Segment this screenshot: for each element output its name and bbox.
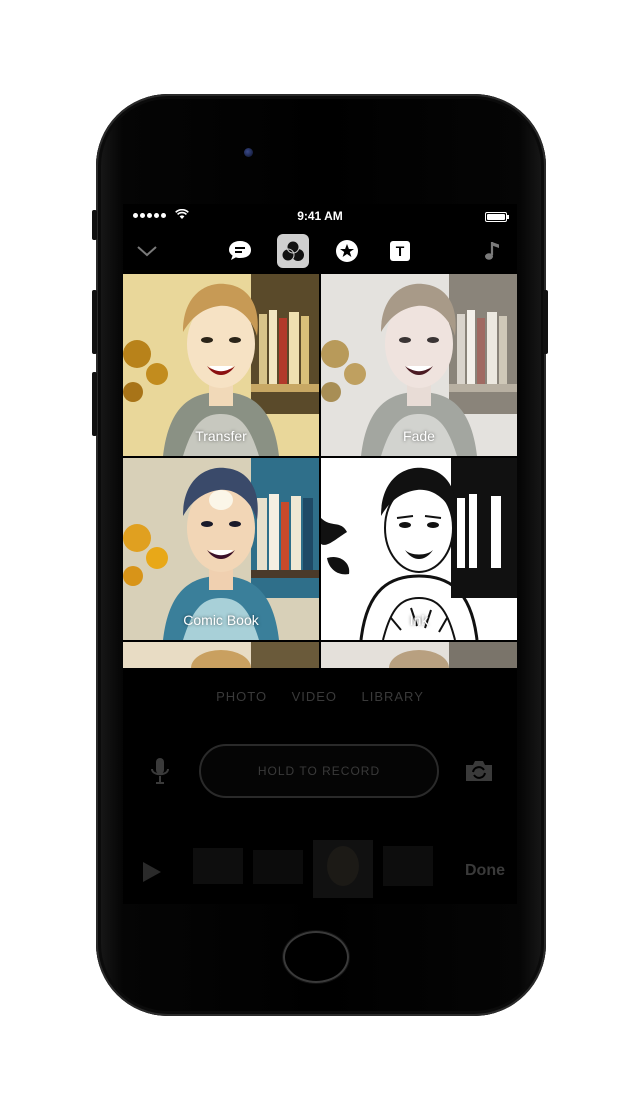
speech-bubble-icon[interactable] — [225, 234, 255, 268]
chevron-down-icon[interactable] — [133, 234, 161, 268]
mode-video[interactable]: VIDEO — [292, 689, 337, 704]
text-icon[interactable]: T — [387, 234, 413, 268]
portrait-partial-image — [321, 642, 517, 668]
filters-icon[interactable] — [277, 234, 309, 268]
text-icon-glyph: T — [395, 243, 405, 259]
volume-up-button — [92, 290, 97, 354]
flip-camera-icon[interactable] — [463, 758, 495, 784]
capture-mode-selector: PHOTO VIDEO LIBRARY — [123, 688, 517, 712]
hold-to-record-button[interactable]: HOLD TO RECORD — [199, 744, 439, 798]
filter-tile-ink[interactable]: Ink — [321, 458, 517, 640]
filter-label: Transfer — [195, 428, 247, 444]
star-icon[interactable] — [333, 234, 361, 268]
filter-tile-partial-left[interactable] — [123, 642, 319, 668]
filter-tile-comic-book[interactable]: Comic Book — [123, 458, 319, 640]
filter-label: Fade — [403, 428, 435, 444]
power-button — [543, 290, 548, 354]
filter-tile-fade[interactable]: Fade — [321, 274, 517, 456]
status-bar: 9:41 AM — [123, 204, 517, 230]
mode-photo[interactable]: PHOTO — [216, 689, 267, 704]
music-note-icon[interactable] — [479, 234, 507, 268]
filter-tile-partial-right[interactable] — [321, 642, 517, 668]
front-camera — [244, 148, 253, 157]
mode-library[interactable]: LIBRARY — [361, 689, 423, 704]
volume-down-button — [92, 372, 97, 436]
filter-label: Ink — [409, 612, 429, 628]
status-time: 9:41 AM — [297, 209, 343, 223]
portrait-partial-image — [123, 642, 319, 668]
done-button[interactable]: Done — [465, 862, 505, 880]
clip-thumbnails[interactable] — [183, 840, 483, 900]
clip-timeline — [123, 840, 517, 900]
microphone-icon[interactable] — [149, 756, 171, 786]
toolbar: T — [123, 234, 517, 270]
filter-label: Comic Book — [183, 612, 259, 628]
play-icon[interactable] — [141, 860, 163, 884]
app-screen: 9:41 AM T Transfer Fade Comic Book Ink P… — [123, 204, 517, 904]
battery-icon — [485, 212, 509, 222]
mute-switch — [92, 210, 97, 240]
home-button[interactable] — [283, 931, 349, 983]
filter-tile-transfer[interactable]: Transfer — [123, 274, 319, 456]
